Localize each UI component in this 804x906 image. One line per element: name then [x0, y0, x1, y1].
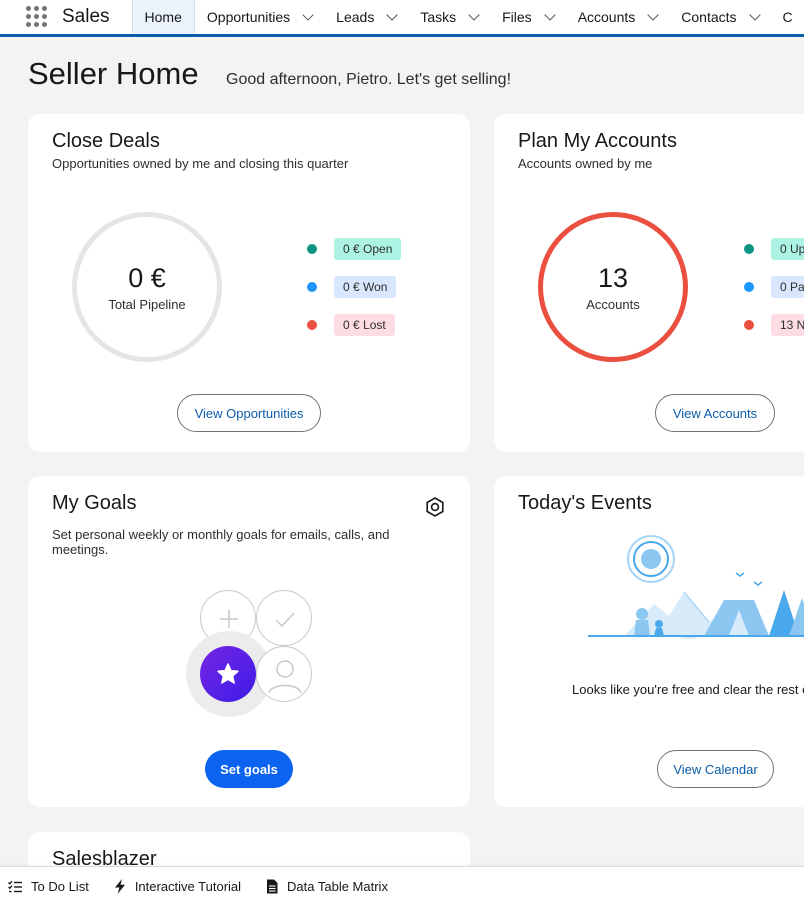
tab-contacts[interactable]: Contacts: [669, 0, 770, 34]
pipeline-legend: 0 € Open 0 € Won 0 € Lost: [307, 238, 402, 352]
status-badge: 0 € Lost: [334, 314, 395, 336]
status-dot: [744, 320, 754, 330]
chevron-down-icon[interactable]: [386, 8, 398, 21]
status-dot: [744, 282, 754, 292]
utility-bar: To Do List Interactive Tutorial Data Tab…: [0, 866, 804, 906]
tab-files[interactable]: Files: [490, 0, 566, 34]
accounts-total: 13: [597, 262, 629, 293]
tab-leads[interactable]: Leads: [324, 0, 408, 34]
tab-label: Files: [502, 9, 532, 25]
tab-opportunities[interactable]: Opportunities: [195, 0, 324, 34]
tab-label: Leads: [336, 9, 375, 25]
status-dot: [307, 320, 317, 330]
document-icon: [267, 879, 278, 894]
pipeline-ring: 0 € Total Pipeline: [72, 212, 222, 362]
card-title: My Goals: [52, 492, 137, 514]
utility-item-label: Data Table Matrix: [287, 879, 388, 894]
check-icon: [256, 590, 312, 646]
nav-tabs: Home Opportunities Leads Tasks Files Acc…: [131, 0, 804, 34]
accounts-legend: 0 Upc 0 Pas 13 No: [744, 238, 804, 352]
todays-events-card: Today's Events Looks like you're free an…: [494, 476, 804, 807]
gear-icon[interactable]: [424, 496, 446, 518]
global-navigation: Sales Home Opportunities Leads Tasks Fil…: [0, 0, 804, 37]
tab-label: C: [782, 9, 793, 25]
greeting-text: Good afternoon, Pietro. Let's get sellin…: [226, 71, 512, 88]
utility-item-todo-list[interactable]: To Do List: [8, 879, 89, 894]
legend-item-upcoming: 0 Upc: [744, 238, 804, 260]
todo-list-icon: [8, 880, 22, 892]
card-title: Today's Events: [518, 492, 652, 514]
legend-item-lost: 0 € Lost: [307, 314, 401, 336]
tab-accounts[interactable]: Accounts: [566, 0, 670, 34]
card-subtitle: Set personal weekly or monthly goals for…: [52, 527, 390, 557]
utility-item-label: Interactive Tutorial: [134, 879, 242, 894]
view-opportunities-button[interactable]: View Opportunities: [177, 394, 321, 432]
legend-item-past: 0 Pas: [744, 276, 804, 298]
app-name: Sales: [62, 6, 110, 27]
legend-item-open: 0 € Open: [307, 238, 402, 260]
view-calendar-button[interactable]: View Calendar: [657, 750, 774, 788]
chevron-down-icon[interactable]: [302, 8, 314, 21]
card-title: Plan My Accounts: [518, 130, 677, 152]
status-badge: 0 Pas: [771, 276, 804, 298]
chevron-down-icon[interactable]: [544, 8, 556, 21]
utility-item-interactive-tutorial[interactable]: Interactive Tutorial: [114, 879, 241, 894]
free-message: Looks like you're free and clear the res…: [572, 682, 804, 697]
pipeline-total: 0 €: [128, 262, 166, 293]
tab-tasks[interactable]: Tasks: [408, 0, 490, 34]
tab-label: Accounts: [577, 9, 636, 25]
utility-item-label: To Do List: [31, 879, 89, 894]
tab-home[interactable]: Home: [131, 0, 195, 34]
tab-more[interactable]: C: [771, 0, 804, 34]
card-subtitle: Accounts owned by me: [518, 156, 653, 171]
tab-label: Opportunities: [206, 9, 291, 25]
status-dot: [307, 244, 317, 254]
card-title: Close Deals: [52, 130, 160, 152]
status-badge: 13 No: [771, 314, 804, 336]
tab-label: Contacts: [681, 9, 737, 25]
view-accounts-button[interactable]: View Accounts: [655, 394, 775, 432]
status-dot: [744, 244, 754, 254]
tab-label: Tasks: [420, 9, 457, 25]
accounts-label: Accounts: [586, 296, 640, 312]
status-badge: 0 € Open: [334, 238, 402, 260]
chevron-down-icon[interactable]: [647, 8, 659, 21]
app-launcher-icon[interactable]: [26, 6, 47, 28]
tab-label: Home: [144, 9, 182, 25]
person-icon: [256, 646, 312, 702]
legend-item-none: 13 No: [744, 314, 804, 336]
status-badge: 0 Upc: [771, 238, 804, 260]
plan-accounts-card: Plan My Accounts Accounts owned by me 13…: [494, 114, 804, 452]
close-deals-card: Close Deals Opportunities owned by me an…: [28, 114, 470, 452]
utility-item-data-table-matrix[interactable]: Data Table Matrix: [266, 879, 388, 894]
status-dot: [307, 282, 317, 292]
card-subtitle: Opportunities owned by me and closing th…: [52, 156, 349, 171]
chevron-down-icon[interactable]: [748, 8, 761, 21]
accounts-ring: 13 Accounts: [538, 212, 688, 362]
pipeline-label: Total Pipeline: [108, 296, 186, 312]
status-badge: 0 € Won: [334, 276, 397, 298]
lightning-icon: [114, 879, 125, 894]
page-title: Seller Home: [28, 56, 199, 91]
legend-item-won: 0 € Won: [307, 276, 401, 298]
set-goals-button[interactable]: Set goals: [205, 750, 293, 788]
my-goals-card: My Goals Set personal weekly or monthly …: [28, 476, 470, 807]
star-icon: [200, 646, 256, 702]
camping-illustration: [588, 535, 804, 639]
chevron-down-icon[interactable]: [468, 8, 480, 21]
